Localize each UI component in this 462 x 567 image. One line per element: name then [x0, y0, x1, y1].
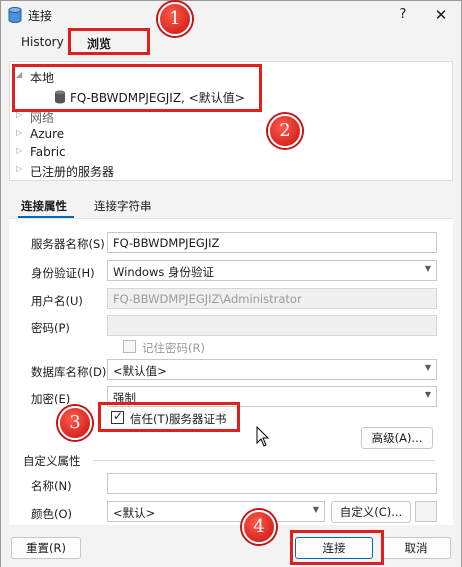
title-bar: 连接 ? ✕ [1, 1, 461, 29]
database-icon [8, 7, 22, 23]
chevron-right-icon[interactable]: ▷ [16, 146, 22, 155]
password-input [107, 315, 437, 336]
username-label: 用户名(U) [31, 294, 83, 308]
name-input[interactable] [107, 473, 437, 494]
auth-select[interactable]: Windows 身份验证 ▼ [107, 260, 437, 281]
database-select-value: <默认值> [113, 364, 167, 378]
tab-history[interactable]: History [21, 35, 64, 49]
custom-color-button[interactable]: 自定义(C)... [331, 501, 411, 523]
chevron-right-icon[interactable]: ▷ [16, 164, 22, 173]
chevron-down-icon: ▼ [424, 363, 431, 372]
annotation-box-2 [12, 64, 262, 112]
dialog-footer: 重置(R) 连接 取消 [1, 529, 461, 567]
tree-item-fabric[interactable]: ▷ Fabric [10, 144, 210, 162]
chevron-right-icon[interactable]: ▷ [16, 128, 22, 137]
reset-button[interactable]: 重置(R) [11, 537, 81, 559]
chevron-down-icon: ▼ [424, 264, 431, 273]
annotation-box-3 [98, 402, 240, 432]
annotation-badge-3: 3 [58, 406, 92, 440]
username-input: FQ-BBWDMPJEGJIZ\Administrator [107, 288, 437, 309]
annotation-badge-2: 2 [268, 114, 302, 148]
server-name-label: 服务器名称(S) [31, 237, 105, 251]
tab-connection-string[interactable]: 连接字符串 [94, 198, 152, 214]
color-select-value: <默认> [113, 506, 156, 520]
annotation-box-1 [68, 28, 150, 55]
help-button[interactable]: ? [393, 5, 413, 25]
name-label: 名称(N) [31, 479, 72, 493]
color-swatch[interactable] [415, 501, 437, 522]
color-label: 颜色(O) [31, 507, 73, 521]
window-title: 连接 [28, 9, 53, 23]
tree-item-registered[interactable]: ▷ 已注册的服务器 [10, 162, 210, 180]
mouse-cursor-icon [256, 426, 270, 447]
auth-select-value: Windows 身份验证 [113, 265, 214, 279]
annotation-badge-1: 1 [158, 2, 192, 36]
annotation-badge-4: 4 [242, 510, 276, 544]
database-select[interactable]: <默认值> ▼ [107, 359, 437, 380]
close-button[interactable]: ✕ [431, 5, 451, 25]
database-label: 数据库名称(D) [31, 365, 107, 379]
cancel-button[interactable]: 取消 [381, 537, 451, 559]
auth-label: 身份验证(H) [31, 266, 95, 280]
chevron-down-icon: ▼ [424, 390, 431, 399]
custom-properties-group-label: 自定义属性 [23, 454, 81, 468]
password-label: 密码(P) [31, 321, 70, 335]
annotation-box-4 [290, 530, 384, 565]
group-divider [93, 460, 435, 461]
connection-properties-panel: 服务器名称(S) FQ-BBWDMPJEGJIZ 身份验证(H) Windows… [9, 219, 453, 525]
remember-password-label: 记住密码(R) [142, 341, 205, 355]
tree-item-azure[interactable]: ▷ Azure [10, 126, 210, 144]
encrypt-label: 加密(E) [31, 392, 71, 406]
advanced-button[interactable]: 高级(A)... [361, 427, 433, 449]
tab-connection-properties[interactable]: 连接属性 [21, 198, 67, 214]
server-name-input[interactable]: FQ-BBWDMPJEGJIZ [107, 232, 437, 253]
color-select[interactable]: <默认> ▼ [107, 501, 325, 522]
remember-password-checkbox [123, 340, 136, 353]
chevron-down-icon: ▼ [312, 505, 319, 514]
